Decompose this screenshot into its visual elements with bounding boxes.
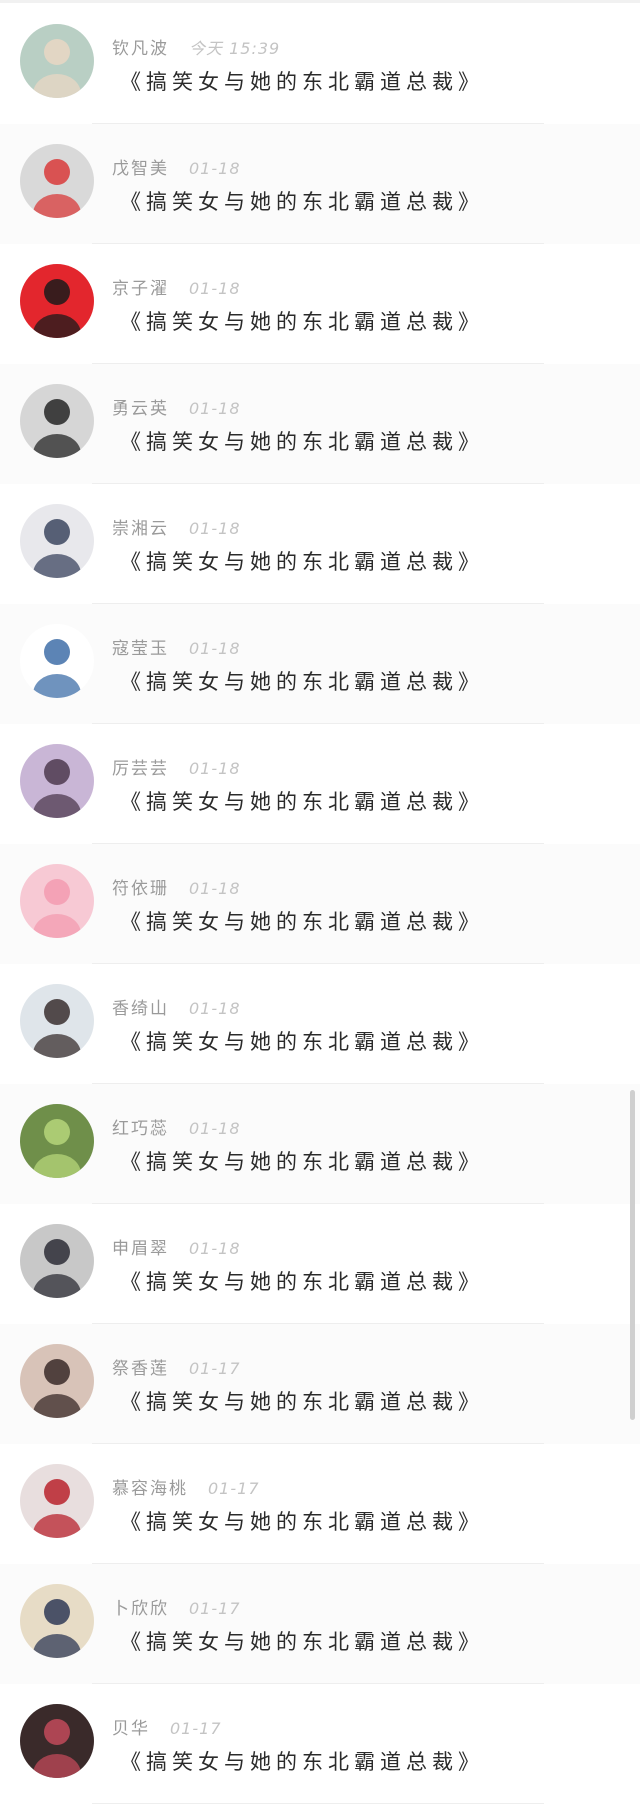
comment-meta: 香绮山 01-18 — [112, 994, 241, 1019]
avatar-anime-swordsman-icon[interactable] — [20, 504, 94, 578]
avatar-girl-profile-icon[interactable] — [20, 984, 94, 1058]
comment-meta: 崇湘云 01-18 — [112, 514, 241, 539]
comment-meta: 红巧蕊 01-18 — [112, 1114, 241, 1139]
comment-text: 《搞笑女与她的东北霸道总裁》 — [120, 190, 484, 214]
scrollbar[interactable] — [630, 1090, 635, 1420]
avatar-red-hat-girl-icon[interactable] — [20, 1464, 94, 1538]
comment-meta: 符依珊 01-18 — [112, 874, 241, 899]
comment-text: 《搞笑女与她的东北霸道总裁》 — [120, 1150, 484, 1174]
comment-row[interactable]: 贝华 01-17 《搞笑女与她的东北霸道总裁》 — [0, 1684, 640, 1804]
comment-meta: 勇云英 01-18 — [112, 394, 241, 419]
comment-author[interactable]: 厉芸芸 — [112, 754, 169, 779]
comment-row[interactable]: 香绮山 01-18 《搞笑女与她的东北霸道总裁》 — [0, 964, 640, 1084]
comment-row[interactable]: 厉芸芸 01-18 《搞笑女与她的东北霸道总裁》 — [0, 724, 640, 844]
comment-text: 《搞笑女与她的东北霸道总裁》 — [120, 1030, 484, 1054]
comment-author[interactable]: 慕容海桃 — [112, 1474, 188, 1499]
comment-row[interactable]: 钦凡波 今天 15:39 《搞笑女与她的东北霸道总裁》 — [0, 4, 640, 124]
comment-author[interactable]: 香绮山 — [112, 994, 169, 1019]
avatar-girl-bangs-icon[interactable] — [20, 1344, 94, 1418]
comment-text: 《搞笑女与她的东北霸道总裁》 — [120, 550, 484, 574]
comment-time: 01-17 — [208, 1479, 260, 1498]
avatar-foggy-figure-icon[interactable] — [20, 1224, 94, 1298]
avatar-anime-red-icon[interactable] — [20, 264, 94, 338]
comment-meta: 寇莹玉 01-18 — [112, 634, 241, 659]
comment-text: 《搞笑女与她的东北霸道总裁》 — [120, 910, 484, 934]
comment-author[interactable]: 符依珊 — [112, 874, 169, 899]
comment-text: 《搞笑女与她的东北霸道总裁》 — [120, 70, 484, 94]
comment-author[interactable]: 京子濯 — [112, 274, 169, 299]
avatar-pink-pig-icon[interactable] — [20, 864, 94, 938]
comment-author[interactable]: 崇湘云 — [112, 514, 169, 539]
top-divider — [0, 0, 640, 3]
comment-meta: 戊智美 01-18 — [112, 154, 241, 179]
comment-text: 《搞笑女与她的东北霸道总裁》 — [120, 1630, 484, 1654]
avatar-man-portrait-icon[interactable] — [20, 384, 94, 458]
avatar-photo-beach-icon[interactable] — [20, 24, 94, 98]
comment-row[interactable]: 符依珊 01-18 《搞笑女与她的东北霸道总裁》 — [0, 844, 640, 964]
comment-author[interactable]: 戊智美 — [112, 154, 169, 179]
comment-time: 01-18 — [189, 1119, 241, 1138]
comment-time: 01-18 — [189, 159, 241, 178]
comment-time: 01-18 — [189, 639, 241, 658]
comment-author[interactable]: 钦凡波 — [112, 34, 169, 59]
avatar-cartoon-couple-icon[interactable] — [20, 624, 94, 698]
comment-time: 01-18 — [189, 279, 241, 298]
comment-row[interactable]: 勇云英 01-18 《搞笑女与她的东北霸道总裁》 — [0, 364, 640, 484]
comment-row[interactable]: 申眉翠 01-18 《搞笑女与她的东北霸道总裁》 — [0, 1204, 640, 1324]
comment-row[interactable]: 红巧蕊 01-18 《搞笑女与她的东北霸道总裁》 — [0, 1084, 640, 1204]
comment-author[interactable]: 卜欣欣 — [112, 1594, 169, 1619]
comment-row[interactable]: 戊智美 01-18 《搞笑女与她的东北霸道总裁》 — [0, 124, 640, 244]
comment-meta: 钦凡波 今天 15:39 — [112, 34, 280, 59]
comment-time: 01-18 — [189, 399, 241, 418]
comment-meta: 申眉翠 01-18 — [112, 1234, 241, 1259]
avatar-strawberry-icon[interactable] — [20, 144, 94, 218]
comment-time: 今天 15:39 — [189, 39, 281, 58]
comment-time: 01-18 — [189, 759, 241, 778]
comment-row[interactable]: 卜欣欣 01-17 《搞笑女与她的东北霸道总裁》 — [0, 1564, 640, 1684]
comment-author[interactable]: 贝华 — [112, 1714, 150, 1739]
comment-row[interactable]: 寇莹玉 01-18 《搞笑女与她的东北霸道总裁》 — [0, 604, 640, 724]
comment-time: 01-18 — [189, 879, 241, 898]
comment-time: 01-18 — [189, 999, 241, 1018]
avatar-green-plant-icon[interactable] — [20, 1104, 94, 1178]
comment-author[interactable]: 寇莹玉 — [112, 634, 169, 659]
comment-author[interactable]: 勇云英 — [112, 394, 169, 419]
comment-meta: 厉芸芸 01-18 — [112, 754, 241, 779]
comment-list: 钦凡波 今天 15:39 《搞笑女与她的东北霸道总裁》 戊智美 01-18 《搞笑女与她的… — [0, 4, 640, 1804]
comment-text: 《搞笑女与她的东北霸道总裁》 — [120, 1390, 484, 1414]
comment-author[interactable]: 申眉翠 — [112, 1234, 169, 1259]
comment-time: 01-17 — [189, 1599, 241, 1618]
comment-row[interactable]: 慕容海桃 01-17 《搞笑女与她的东北霸道总裁》 — [0, 1444, 640, 1564]
comment-time: 01-17 — [170, 1719, 222, 1738]
avatar-flower-skull-icon[interactable] — [20, 1704, 94, 1778]
comment-author[interactable]: 祭香莲 — [112, 1354, 169, 1379]
comment-time: 01-18 — [189, 1239, 241, 1258]
avatar-chair-room-icon[interactable] — [20, 1584, 94, 1658]
comment-row[interactable]: 崇湘云 01-18 《搞笑女与她的东北霸道总裁》 — [0, 484, 640, 604]
comment-meta: 京子濯 01-18 — [112, 274, 241, 299]
avatar-girl-purple-icon[interactable] — [20, 744, 94, 818]
comment-meta: 慕容海桃 01-17 — [112, 1474, 260, 1499]
comment-text: 《搞笑女与她的东北霸道总裁》 — [120, 430, 484, 454]
comment-text: 《搞笑女与她的东北霸道总裁》 — [120, 1750, 484, 1774]
comment-meta: 贝华 01-17 — [112, 1714, 222, 1739]
comment-author[interactable]: 红巧蕊 — [112, 1114, 169, 1139]
comment-meta: 卜欣欣 01-17 — [112, 1594, 241, 1619]
comment-time: 01-18 — [189, 519, 241, 538]
comment-time: 01-17 — [189, 1359, 241, 1378]
comment-meta: 祭香莲 01-17 — [112, 1354, 241, 1379]
comment-text: 《搞笑女与她的东北霸道总裁》 — [120, 1510, 484, 1534]
comment-text: 《搞笑女与她的东北霸道总裁》 — [120, 310, 484, 334]
comment-text: 《搞笑女与她的东北霸道总裁》 — [120, 790, 484, 814]
comment-text: 《搞笑女与她的东北霸道总裁》 — [120, 1270, 484, 1294]
comment-row[interactable]: 祭香莲 01-17 《搞笑女与她的东北霸道总裁》 — [0, 1324, 640, 1444]
comment-text: 《搞笑女与她的东北霸道总裁》 — [120, 670, 484, 694]
comment-row[interactable]: 京子濯 01-18 《搞笑女与她的东北霸道总裁》 — [0, 244, 640, 364]
